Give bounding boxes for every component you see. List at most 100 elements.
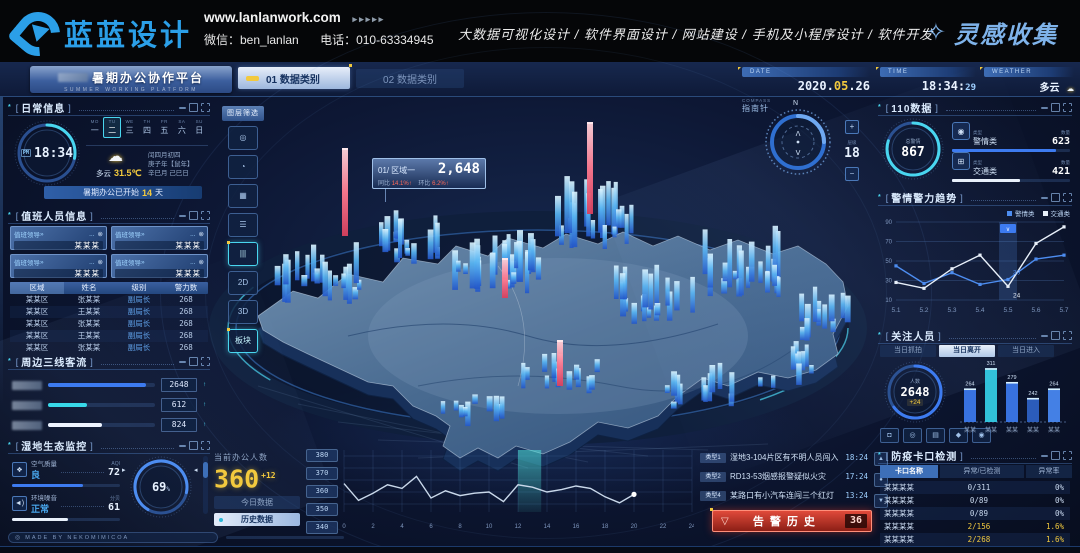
- alert-row[interactable]: 类型1湿地3-104片区有不明人员闯入18:24: [700, 450, 868, 465]
- radar-layer-button[interactable]: ◔: [228, 155, 258, 179]
- dashboard-topbar: 暑期办公协作平台 SUMMER WORKING PLATFORM 01 数据类别…: [0, 62, 1080, 97]
- layer-filter-title: 图层筛选: [222, 106, 264, 121]
- today-data-button[interactable]: 今日数据: [214, 496, 300, 509]
- minimize-icon[interactable]: [179, 361, 186, 363]
- arrow-icon: »: [141, 259, 145, 266]
- expand-icon[interactable]: [201, 103, 210, 112]
- alert-row[interactable]: 类型2RD13-53烟感报警疑似火灾17:24: [700, 469, 868, 484]
- checkpoint-tab[interactable]: 异常/已检测: [940, 465, 1024, 478]
- checkpoint-tab[interactable]: 异常率: [1026, 465, 1072, 478]
- tab-data-category-2[interactable]: 02 数据类别: [356, 69, 464, 88]
- col-header[interactable]: 姓名: [64, 282, 114, 294]
- week-cell[interactable]: FR五: [156, 117, 173, 138]
- alert-history-banner[interactable]: ▽ 告警历史 36: [712, 510, 872, 532]
- flow-bar-track: [48, 383, 155, 387]
- badge-icon[interactable]: ◎: [903, 428, 922, 443]
- list-layer-button[interactable]: ☰: [228, 213, 258, 237]
- expand-icon[interactable]: [1063, 451, 1072, 460]
- alert-list: 类型1湿地3-104片区有不明人员闯入18:24 类型2RD13-53烟感报警疑似…: [700, 450, 868, 507]
- window-icon[interactable]: [1051, 331, 1060, 340]
- window-icon[interactable]: [189, 211, 198, 220]
- svg-text:4: 4: [400, 524, 404, 530]
- leaf-icon: ❖: [12, 462, 27, 477]
- expand-icon[interactable]: [1063, 103, 1072, 112]
- close-icon[interactable]: ⊗: [98, 230, 103, 238]
- grid-layer-button[interactable]: ▦: [228, 184, 258, 208]
- mode-2d-button[interactable]: 2D: [228, 271, 258, 295]
- close-icon[interactable]: ⊗: [199, 258, 204, 266]
- duty-leader-card[interactable]: 值班领导 »...⊗某某某: [10, 254, 107, 278]
- gauge-left-arrow[interactable]: ▸: [122, 466, 126, 474]
- window-icon[interactable]: [1051, 451, 1060, 460]
- week-cell[interactable]: TH四: [138, 117, 155, 138]
- week-cell[interactable]: TU二: [103, 117, 120, 138]
- checkpoint-tab[interactable]: 卡口名称: [880, 465, 938, 478]
- svg-text:30: 30: [1013, 270, 1021, 277]
- history-data-button[interactable]: 历史数据: [214, 513, 300, 526]
- close-icon[interactable]: ⊗: [199, 230, 204, 238]
- expand-icon[interactable]: [201, 357, 210, 366]
- week-cell[interactable]: SA六: [173, 117, 190, 138]
- minimize-icon[interactable]: [179, 107, 186, 109]
- svg-text:24: 24: [1013, 292, 1021, 299]
- office-counter: 当前办公人数 360+12 今日数据 历史数据: [214, 452, 306, 526]
- zoom-out-button[interactable]: −: [845, 167, 859, 181]
- map-tooltip[interactable]: 01/ 区域一 2,648 同比 14.1%↑ 环比 6.2%↑: [372, 158, 486, 189]
- col-header[interactable]: 警力数: [164, 282, 208, 294]
- window-icon[interactable]: [189, 103, 198, 112]
- panel-110-data: *[110数据] 总警情867 ◉类型警情类数量623⊞类型交通类数量421: [878, 100, 1072, 186]
- panel-header: *[防疫卡口检测]: [878, 448, 1072, 464]
- alert-row[interactable]: 类型4某路口有小汽车连闯三个红灯13:24: [700, 488, 868, 503]
- bars-layer-button[interactable]: |||: [228, 242, 258, 266]
- y-tick: 360: [306, 485, 338, 498]
- mode-3d-button[interactable]: 3D: [228, 300, 258, 324]
- list-icon[interactable]: ▤: [926, 428, 945, 443]
- minimize-icon[interactable]: [179, 445, 186, 447]
- col-header[interactable]: 级别: [114, 282, 164, 294]
- svg-text:8: 8: [458, 524, 462, 530]
- category-name: 交通类: [973, 166, 997, 177]
- expand-icon[interactable]: [1063, 193, 1072, 202]
- week-strip: MO一TU二WE三TH四FR五SA六SU日: [86, 117, 208, 138]
- col-header[interactable]: 区域: [10, 282, 64, 294]
- window-icon[interactable]: [189, 357, 198, 366]
- week-cell[interactable]: MO一: [86, 117, 103, 138]
- duty-leader-card[interactable]: 值班领导 »...⊗某某某: [111, 254, 208, 278]
- week-cell[interactable]: WE三: [121, 117, 138, 138]
- week-cell[interactable]: SU日: [191, 117, 208, 138]
- window-icon[interactable]: [189, 441, 198, 450]
- inspiration-collect[interactable]: ✧ 灵感收集: [926, 15, 1058, 50]
- duty-leader-card[interactable]: 值班领导 »...⊗某某某: [111, 226, 208, 250]
- gauge-right-arrow[interactable]: ◂: [194, 466, 198, 474]
- layer-filter-panel: 图层筛选 ◎ ◔ ▦ ☰ ||| 2D 3D 板块: [222, 106, 264, 353]
- tab-data-category-1[interactable]: 01 数据类别: [238, 67, 350, 89]
- checkpoint-name: 某某某某: [880, 494, 937, 507]
- arrow-icon: »: [40, 231, 44, 238]
- panel-title: 110数据: [891, 100, 932, 115]
- window-icon[interactable]: [1051, 193, 1060, 202]
- mode-block-button[interactable]: 板块: [228, 329, 258, 353]
- minimize-icon[interactable]: [1041, 455, 1048, 457]
- zoom-in-button[interactable]: +: [845, 120, 859, 134]
- tooltip-yoy: 14.1%↑: [392, 181, 412, 187]
- minimize-icon[interactable]: [1041, 335, 1048, 337]
- site-url[interactable]: www.lanlanwork.com: [204, 10, 341, 25]
- car-icon[interactable]: ◘: [880, 428, 899, 443]
- window-buttons: [179, 441, 210, 450]
- expand-icon[interactable]: [201, 211, 210, 220]
- poi-layer-button[interactable]: ◎: [228, 126, 258, 150]
- expand-icon[interactable]: [1063, 331, 1072, 340]
- bracket: [: [16, 441, 19, 451]
- bracket: [: [886, 331, 889, 341]
- window-icon[interactable]: [1051, 103, 1060, 112]
- duty-leader-card[interactable]: 值班领导 »...⊗某某某: [10, 226, 107, 250]
- expand-icon[interactable]: [201, 441, 210, 450]
- focus-tab[interactable]: 当日抓拍: [880, 345, 936, 357]
- mini-scrollbar[interactable]: [203, 456, 208, 514]
- minimize-icon[interactable]: [179, 215, 186, 217]
- svg-text:10: 10: [885, 298, 892, 304]
- close-icon[interactable]: ⊗: [98, 258, 103, 266]
- minimize-icon[interactable]: [1041, 107, 1048, 109]
- minimize-icon[interactable]: [1041, 197, 1048, 199]
- svg-text:18: 18: [602, 524, 609, 530]
